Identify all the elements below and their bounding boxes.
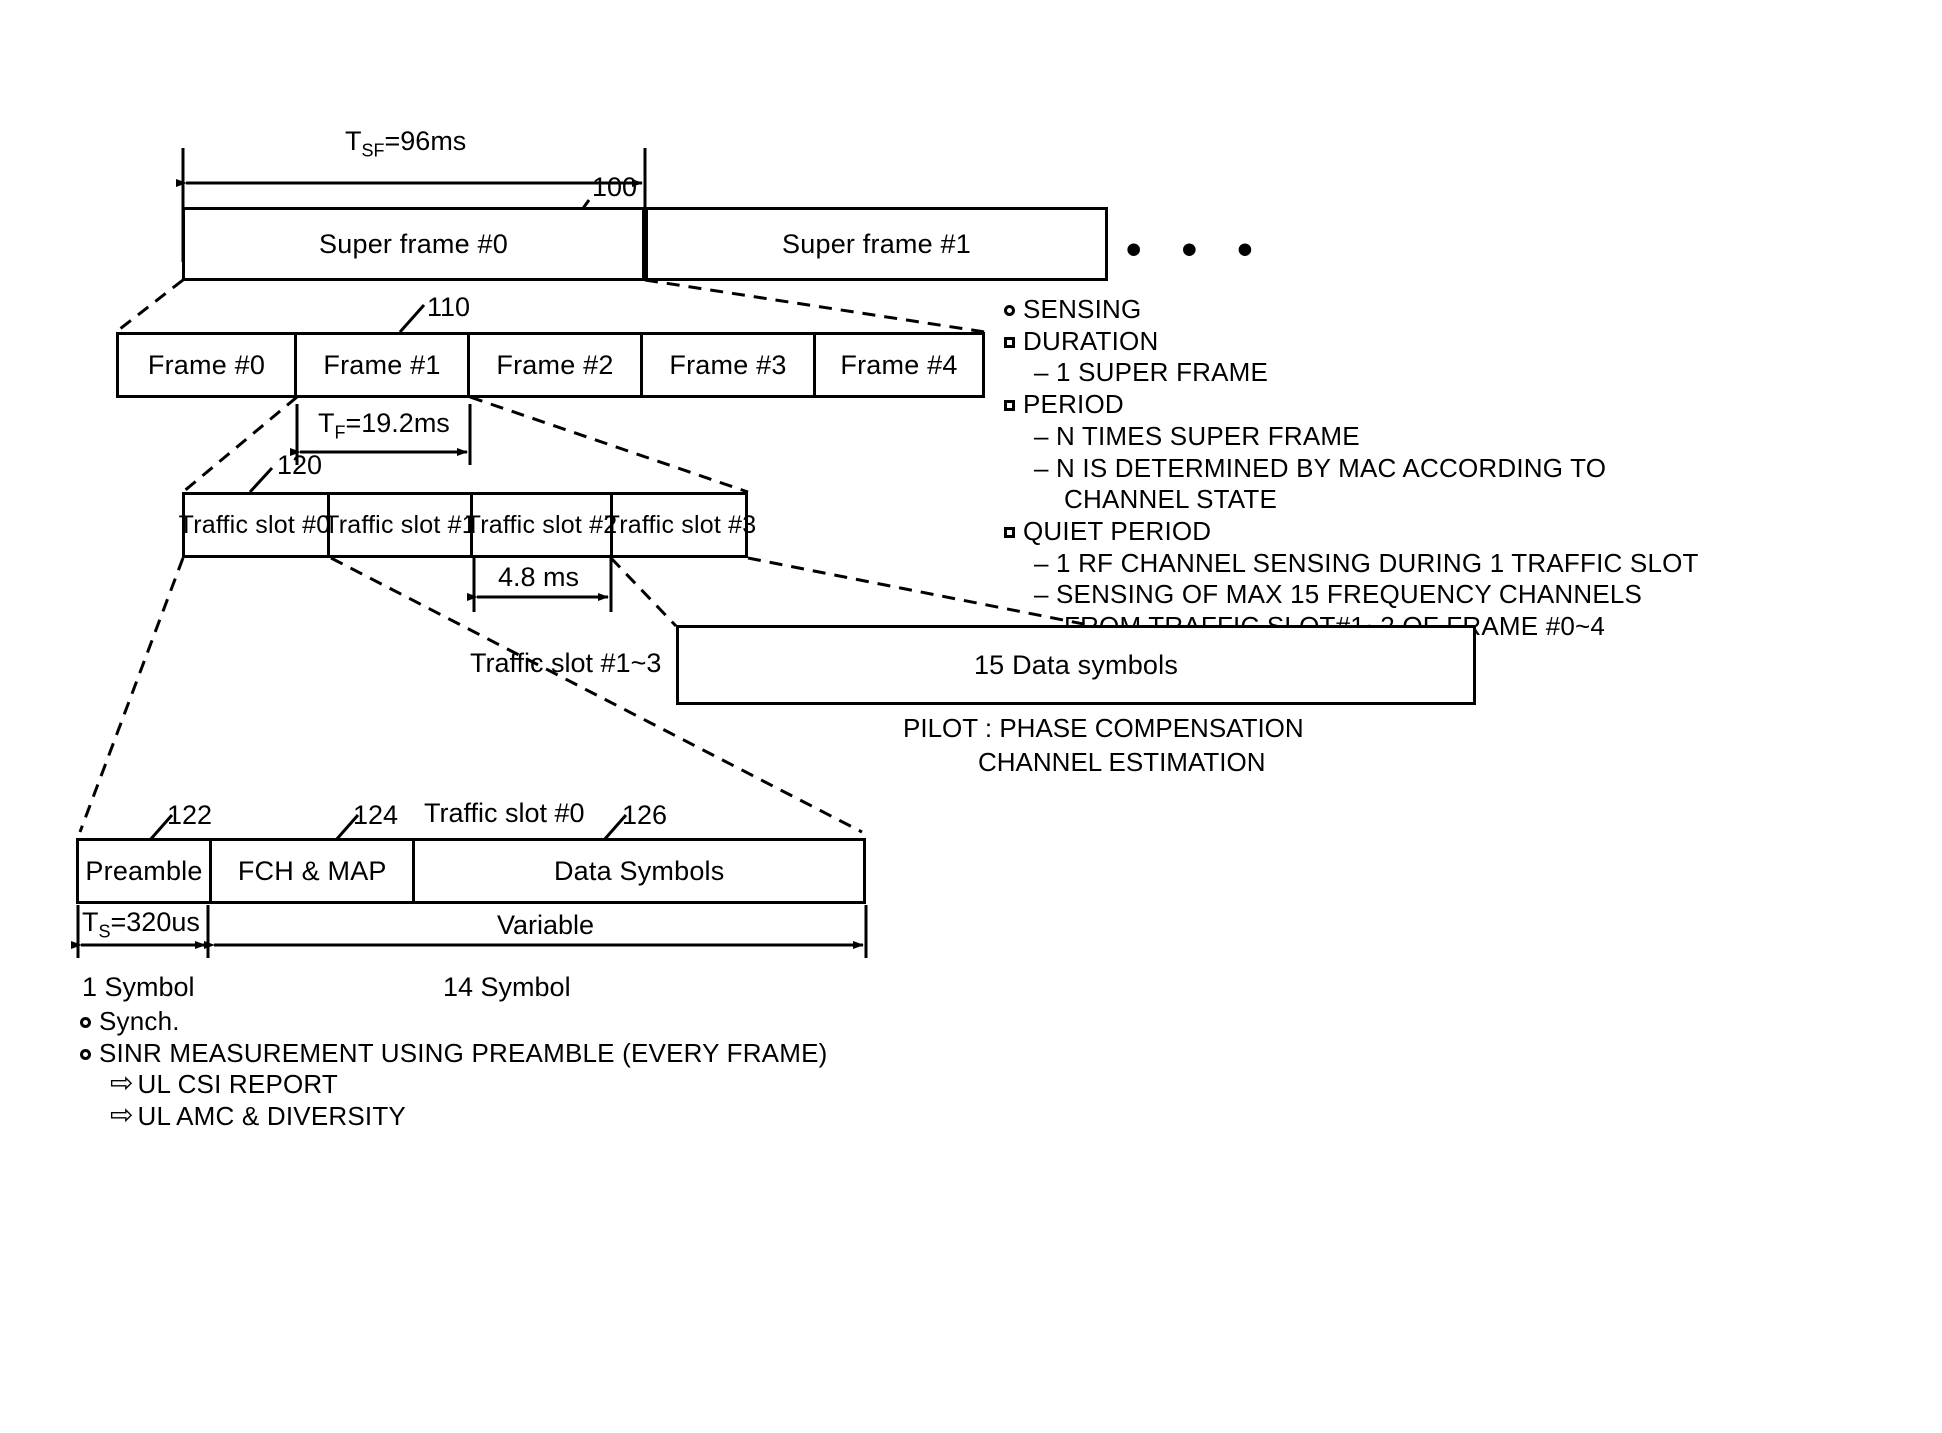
superframe-duration-subscript: SF (361, 140, 385, 161)
symbol-duration-subscript: S (98, 921, 111, 942)
slot0-detail-title: Traffic slot #0 (424, 798, 585, 828)
circle-bullet-icon (1004, 305, 1015, 316)
traffic-slots-row: Traffic slot #0 Traffic slot #1 Traffic … (178, 492, 756, 558)
note-row: ⇨ UL AMC & DIVERSITY (80, 1101, 827, 1133)
variable-duration-label: Variable (497, 910, 595, 940)
dash-bullet-icon: – (1034, 547, 1049, 578)
traffic-slot-1[interactable]: Traffic slot #1 (324, 495, 476, 555)
symbol-count-left: 1 Symbol (82, 972, 195, 1002)
note-row: – SENSING OF MAX 15 FREQUENCY CHANNELS (1004, 579, 1699, 611)
note-text: QUIET PERIOD (1023, 516, 1212, 547)
note-row: DURATION (1004, 326, 1699, 358)
right-arrow-icon: ⇨ (110, 1099, 134, 1131)
traffic-slot-3-label: Traffic slot #3 (604, 510, 757, 539)
superframe-0-label: Super frame #0 (319, 228, 508, 259)
note-row: PERIOD (1004, 389, 1699, 421)
ref-110: 110 (427, 292, 471, 322)
symbol-duration-label: TS=320us (82, 907, 200, 942)
preamble-notes-list: Synch. SINR MEASUREMENT USING PREAMBLE (… (80, 1006, 827, 1133)
traffic-slot-2[interactable]: Traffic slot #2 (466, 495, 617, 555)
note-text: SENSING OF MAX 15 FREQUENCY CHANNELS (1056, 579, 1643, 610)
data-symbols-label: 15 Data symbols (973, 649, 1179, 680)
note-text: N TIMES SUPER FRAME (1056, 420, 1360, 451)
square-bullet-icon (1004, 527, 1015, 539)
note-text: CHANNEL STATE (1064, 484, 1278, 515)
frame-1[interactable]: Frame #1 (297, 335, 470, 395)
note-text: N IS DETERMINED BY MAC ACCORDING TO (1056, 452, 1607, 483)
frame-3[interactable]: Frame #3 (643, 335, 816, 395)
preamble-block[interactable]: Preamble (79, 841, 212, 901)
ref-100: 100 (592, 172, 638, 202)
note-row: – 1 RF CHANNEL SENSING DURING 1 TRAFFIC … (1004, 548, 1699, 580)
dash-bullet-icon: – (1034, 579, 1049, 610)
ref-124: 124 (353, 800, 399, 830)
frame-duration-subscript: F (334, 422, 346, 443)
data-symbols-block[interactable]: Data Symbols (415, 841, 863, 901)
dash-bullet-icon: – (1034, 452, 1049, 483)
frame-3-label: Frame #3 (669, 349, 787, 380)
note-text: SINR MEASUREMENT USING PREAMBLE (EVERY F… (99, 1037, 828, 1068)
frame-4[interactable]: Frame #4 (816, 335, 982, 395)
traffic-slot-range-callout: Traffic slot #1~3 (470, 648, 662, 678)
note-row: Synch. (80, 1006, 827, 1038)
data-symbols-box[interactable]: 15 Data symbols (676, 625, 1476, 705)
note-row: SINR MEASUREMENT USING PREAMBLE (EVERY F… (80, 1038, 827, 1070)
ref-126: 126 (622, 800, 668, 830)
sensing-notes-list: SENSING DURATION – 1 SUPER FRAME PERIOD … (1004, 294, 1699, 643)
superframe-duration-label: TSF=96ms (345, 126, 467, 161)
superframe-1[interactable]: Super frame #1 (645, 207, 1108, 281)
note-row: ⇨ UL CSI REPORT (80, 1069, 827, 1101)
circle-bullet-icon (80, 1048, 91, 1060)
note-row: – N TIMES SUPER FRAME (1004, 421, 1699, 453)
dash-bullet-icon: – (1034, 357, 1049, 388)
frame-4-label: Frame #4 (840, 349, 958, 380)
note-row: – 1 SUPER FRAME (1004, 357, 1699, 389)
dash-bullet-icon: – (1034, 420, 1049, 451)
slot0-detail-row: Preamble FCH & MAP Data Symbols (76, 838, 866, 904)
fch-map-label: FCH & MAP (237, 855, 387, 886)
note-text: UL CSI REPORT (137, 1069, 339, 1100)
symbol-count-right: 14 Symbol (443, 972, 571, 1002)
superframe-1-label: Super frame #1 (782, 228, 971, 259)
note-row: QUIET PERIOD (1004, 516, 1699, 548)
frame-0[interactable]: Frame #0 (119, 335, 297, 395)
sensing-heading: SENSING (1023, 294, 1142, 324)
note-text: UL AMC & DIVERSITY (137, 1101, 406, 1132)
traffic-slot-3[interactable]: Traffic slot #3 (605, 495, 756, 555)
square-bullet-icon (1004, 336, 1015, 348)
note-text: PERIOD (1023, 389, 1124, 420)
pilot-note-line2: CHANNEL ESTIMATION (978, 747, 1266, 777)
traffic-slot-duration-label: 4.8 ms (498, 562, 580, 592)
traffic-slot-2-label: Traffic slot #2 (465, 510, 618, 539)
traffic-slot-0-label: Traffic slot #0 (178, 510, 331, 539)
frame-duration-label: TF=19.2ms (318, 408, 450, 443)
pilot-note-line1: PILOT : PHASE COMPENSATION (903, 713, 1304, 743)
frame-1-label: Frame #1 (323, 349, 441, 380)
frames-row: Frame #0 Frame #1 Frame #2 Frame #3 Fram… (116, 332, 985, 398)
traffic-slot-0[interactable]: Traffic slot #0 (178, 495, 331, 555)
note-row: – N IS DETERMINED BY MAC ACCORDING TO (1004, 453, 1699, 485)
circle-bullet-icon (80, 1017, 91, 1028)
note-text: Synch. (99, 1006, 180, 1036)
superframe-continuation-dots: • • • (1126, 225, 1267, 274)
note-text: 1 SUPER FRAME (1056, 357, 1269, 388)
ref-122: 122 (167, 800, 213, 830)
frame-2[interactable]: Frame #2 (470, 335, 643, 395)
data-symbols-block-label: Data Symbols (553, 855, 725, 886)
preamble-label: Preamble (85, 855, 203, 886)
traffic-slot-1-label: Traffic slot #1 (324, 510, 476, 539)
superframe-0[interactable]: Super frame #0 (182, 207, 645, 281)
note-text: 1 RF CHANNEL SENSING DURING 1 TRAFFIC SL… (1056, 547, 1699, 578)
square-bullet-icon (1004, 400, 1015, 412)
frame-0-label: Frame #0 (147, 349, 266, 380)
note-row: CHANNEL STATE (1004, 484, 1699, 516)
sensing-heading-row: SENSING (1004, 294, 1699, 326)
fch-map-block[interactable]: FCH & MAP (212, 841, 416, 901)
frame-2-label: Frame #2 (496, 349, 614, 380)
note-text: DURATION (1023, 325, 1159, 356)
ref-120: 120 (277, 450, 323, 480)
right-arrow-icon: ⇨ (110, 1067, 134, 1099)
